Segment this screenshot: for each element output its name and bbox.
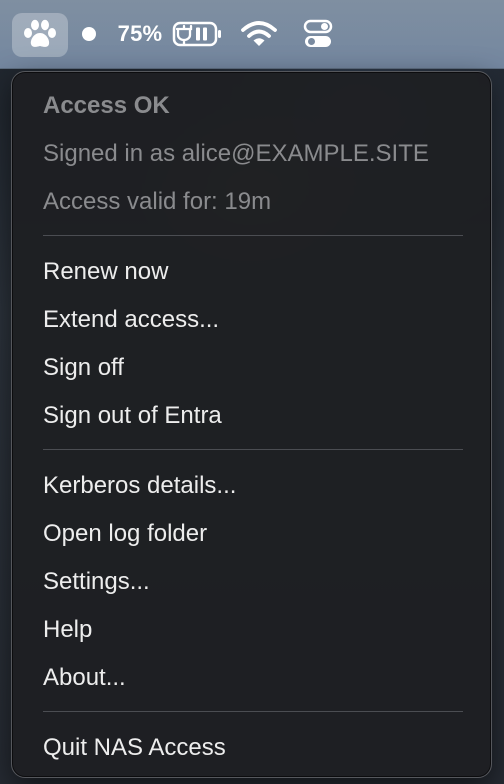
menu-item-open-log-folder[interactable]: Open log folder xyxy=(43,514,207,554)
status-dot-icon xyxy=(82,27,96,41)
access-validity-status: Access valid for: 19m xyxy=(43,188,272,215)
nas-access-menubar-button[interactable] xyxy=(12,13,68,57)
battery-button[interactable] xyxy=(170,0,226,68)
menu-item-kerberos-details[interactable]: Kerberos details... xyxy=(43,466,236,506)
wifi-button[interactable] xyxy=(236,0,282,68)
menu-item-about[interactable]: About... xyxy=(43,658,126,698)
control-center-button[interactable] xyxy=(296,0,340,68)
battery-percentage[interactable]: 75% xyxy=(114,0,166,68)
status-dot-button[interactable] xyxy=(78,0,100,68)
menu-item-sign-out-entra[interactable]: Sign out of Entra xyxy=(43,396,222,436)
menu-separator xyxy=(43,235,463,236)
menu-item-extend-access[interactable]: Extend access... xyxy=(43,300,219,340)
wifi-icon xyxy=(241,21,277,46)
menu-item-quit[interactable]: Quit NAS Access xyxy=(43,728,226,768)
menu-item-renew-now[interactable]: Renew now xyxy=(43,252,168,292)
control-center-icon xyxy=(303,19,333,47)
menu-bar: 75% xyxy=(0,0,504,69)
menu-item-sign-off[interactable]: Sign off xyxy=(43,348,124,388)
nas-access-dropdown-menu: Access OK Signed in as alice@EXAMPLE.SIT… xyxy=(11,71,492,778)
menu-separator xyxy=(43,449,463,450)
signed-in-status: Signed in as alice@EXAMPLE.SITE xyxy=(43,140,429,167)
paw-icon xyxy=(24,19,56,47)
menu-item-settings[interactable]: Settings... xyxy=(43,562,150,602)
battery-charging-icon xyxy=(172,21,221,47)
status-title: Access OK xyxy=(43,92,170,119)
menu-separator xyxy=(43,711,463,712)
menu-item-help[interactable]: Help xyxy=(43,610,92,650)
